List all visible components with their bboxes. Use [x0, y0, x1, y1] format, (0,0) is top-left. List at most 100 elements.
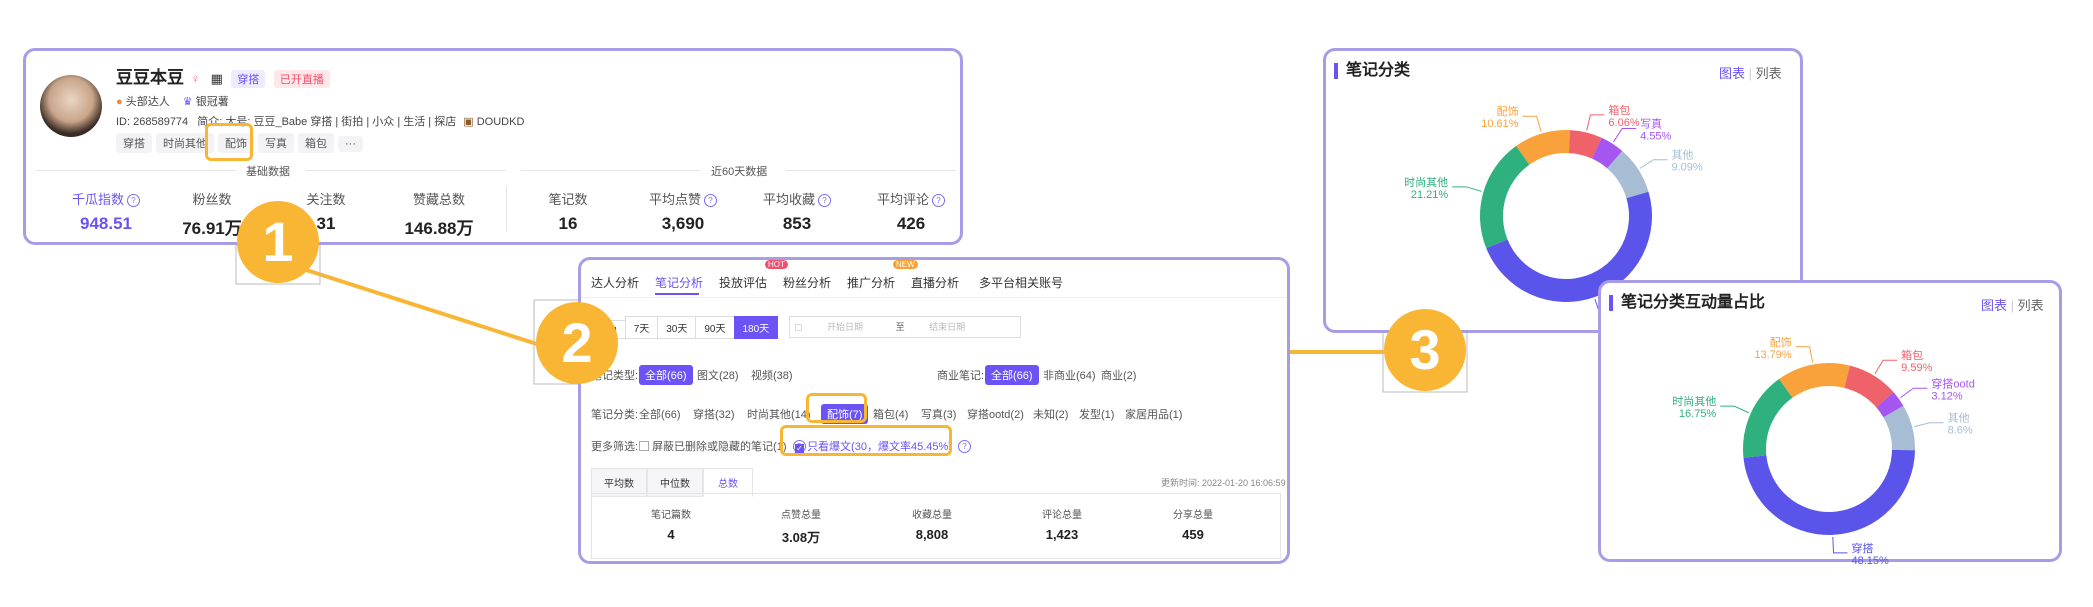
note-category-option[interactable]: 写真(3) — [921, 406, 956, 422]
slice-name-label: 时尚其他 — [1672, 394, 1716, 408]
slice-value-label: 4.55% — [1640, 130, 1671, 142]
donut-slice[interactable] — [1743, 449, 1915, 536]
slice-name-label: 写真 — [1640, 116, 1662, 130]
date-30d-button[interactable]: 30天 — [657, 316, 697, 339]
donut-slice[interactable] — [1480, 146, 1530, 249]
highlight-viral-filter — [780, 425, 952, 456]
help-icon[interactable]: ? — [958, 440, 971, 453]
stat-value: 8,808 — [915, 527, 949, 542]
tab-influencer-analysis[interactable]: 达人分析 — [591, 274, 639, 291]
metric-label: 千瓜指数 — [71, 192, 124, 207]
date-separator: 至 — [895, 322, 905, 332]
slice-name-label: 穿搭ootd — [1931, 376, 1974, 390]
metric-avg-likes: 平均点赞? 3,690 — [628, 189, 738, 234]
slice-value-label: 16.75% — [1679, 408, 1717, 420]
hot-badge: HOT — [765, 260, 788, 269]
note-category-option[interactable]: 穿搭(32) — [693, 406, 735, 422]
tab-note-analysis[interactable]: 笔记分析 — [655, 274, 703, 291]
donut-slice[interactable] — [1779, 363, 1850, 398]
interaction-share-card: 笔记分类互动量占比 图表 | 列表 配饰 13.79% 箱包 9.59% 穿搭ootd 3… — [1598, 280, 2062, 565]
analysis-card: 达人分析 笔记分析 投放评估 粉丝分析 HOT 推广分析 直播分析 NEW 多平… — [578, 257, 1290, 564]
stat-likes-total: 点赞总量 3.08万 — [746, 506, 856, 546]
help-icon[interactable]: ? — [704, 194, 717, 207]
level-icon: ● — [116, 96, 123, 108]
date-end-input[interactable]: 结束日期 — [929, 322, 965, 332]
more-tags-button[interactable]: ··· — [338, 136, 363, 152]
step-marker-2: 2 — [536, 302, 618, 384]
avatar[interactable] — [40, 75, 102, 137]
note-category-option[interactable]: 家居用品(1) — [1125, 406, 1182, 422]
metric-label: 粉丝数 — [192, 192, 232, 207]
stat-collects-total: 收藏总量 8,808 — [877, 506, 987, 542]
slice-value-label: 8.6% — [1948, 425, 1973, 437]
biz-note-commercial[interactable]: 商业(2) — [1101, 367, 1136, 383]
slice-name-label: 其他 — [1948, 412, 1970, 425]
profile-tag[interactable]: 写真 — [258, 133, 294, 153]
note-category-option[interactable]: 发型(1) — [1079, 406, 1114, 422]
tab-multiplatform[interactable]: 多平台相关账号 — [979, 274, 1063, 291]
stat-label: 评论总量 — [1042, 510, 1082, 521]
date-range-picker[interactable]: ▢ 开始日期 至 结束日期 — [789, 316, 1021, 338]
section-60d-title: 近60天数据 — [711, 166, 768, 178]
divider — [521, 170, 701, 171]
level-rank: 银冠薯 — [195, 96, 229, 108]
donut-slice[interactable] — [1743, 379, 1793, 458]
slice-name-label: 配饰 — [1497, 104, 1519, 118]
slice-name-label: 其他 — [1671, 149, 1693, 162]
slice-value-label: 13.79% — [1754, 349, 1792, 361]
metric-value: 146.88万 — [404, 219, 474, 238]
active-tab-underline — [655, 293, 699, 295]
note-category-option[interactable]: 未知(2) — [1033, 406, 1068, 422]
slice-value-label: 21.21% — [1411, 189, 1449, 201]
metric-avg-comments: 平均评论? 426 — [856, 189, 966, 234]
crown-icon: ♛ — [182, 96, 193, 108]
stat-value: 3.08万 — [781, 530, 821, 545]
highlight-tag-accessories — [205, 123, 253, 161]
tab-placement-eval[interactable]: 投放评估 — [719, 274, 767, 291]
slice-leader-line — [1586, 114, 1605, 131]
profile-tag[interactable]: 穿搭 — [116, 133, 152, 153]
slice-name-label: 箱包 — [1608, 103, 1630, 117]
note-category-option[interactable]: 穿搭ootd(2) — [967, 406, 1024, 422]
help-icon[interactable]: ? — [127, 194, 140, 207]
checkbox-unchecked-icon[interactable] — [639, 441, 649, 451]
note-type-image[interactable]: 图文(28) — [697, 367, 739, 383]
note-category-option[interactable]: 箱包(4) — [873, 406, 908, 422]
slice-leader-line — [1522, 115, 1542, 132]
tab-fans-analysis[interactable]: 粉丝分析 — [783, 274, 831, 291]
biz-note-all[interactable]: 全部(66) — [985, 365, 1039, 385]
update-time: 更新时间: 2022-01-20 16:06:59 — [1161, 478, 1286, 488]
stat-label: 分享总量 — [1173, 510, 1213, 521]
tab-live-analysis[interactable]: 直播分析 — [911, 274, 959, 291]
qrcode-icon[interactable]: ▦ — [211, 71, 223, 86]
category-badge: 穿搭 — [231, 70, 266, 88]
slice-name-label: 箱包 — [1901, 348, 1923, 362]
tab-promotion-analysis[interactable]: 推广分析 — [847, 274, 895, 291]
profile-card: 豆豆本豆 ♀ ▦ 穿搭 已开直播 ● 头部达人 ♛ 银冠薯 ID: 268589… — [23, 48, 963, 245]
metric-label: 平均点赞 — [648, 192, 701, 207]
more-filter-label: 更多筛选: — [591, 441, 639, 453]
note-category-option[interactable]: 全部(66) — [639, 406, 681, 422]
date-90d-button[interactable]: 90天 — [695, 316, 735, 339]
help-icon[interactable]: ? — [932, 194, 945, 207]
help-icon[interactable]: ? — [818, 194, 831, 207]
note-type-all[interactable]: 全部(66) — [639, 365, 693, 385]
date-start-input[interactable]: 开始日期 — [827, 322, 863, 332]
donut-chart-interaction-share: 配饰13.79% 箱包9.59% 穿搭ootd3.12% 其他8.6% 穿搭48.15%… — [1672, 335, 1975, 565]
slice-leader-line — [1720, 405, 1750, 414]
stat-value: 1,423 — [1045, 527, 1079, 542]
date-180d-button[interactable]: 180天 — [733, 316, 779, 339]
metric-value: 3,690 — [661, 214, 705, 233]
divider — [786, 170, 956, 171]
slice-leader-line — [1914, 422, 1944, 428]
metric-qiangua-index[interactable]: 千瓜指数? 948.51 — [51, 189, 161, 234]
metric-notes: 笔记数 16 — [513, 189, 623, 234]
profile-tag[interactable]: 箱包 — [298, 133, 334, 153]
stat-note-count: 笔记篇数 4 — [616, 506, 726, 542]
note-type-video[interactable]: 视频(38) — [751, 367, 793, 383]
biz-note-noncommercial[interactable]: 非商业(64) — [1043, 367, 1096, 383]
date-7d-button[interactable]: 7天 — [624, 316, 659, 339]
slice-leader-line — [1900, 387, 1928, 399]
slice-name-label: 配饰 — [1770, 335, 1792, 349]
note-category-option[interactable]: 时尚其他(14) — [747, 406, 811, 422]
